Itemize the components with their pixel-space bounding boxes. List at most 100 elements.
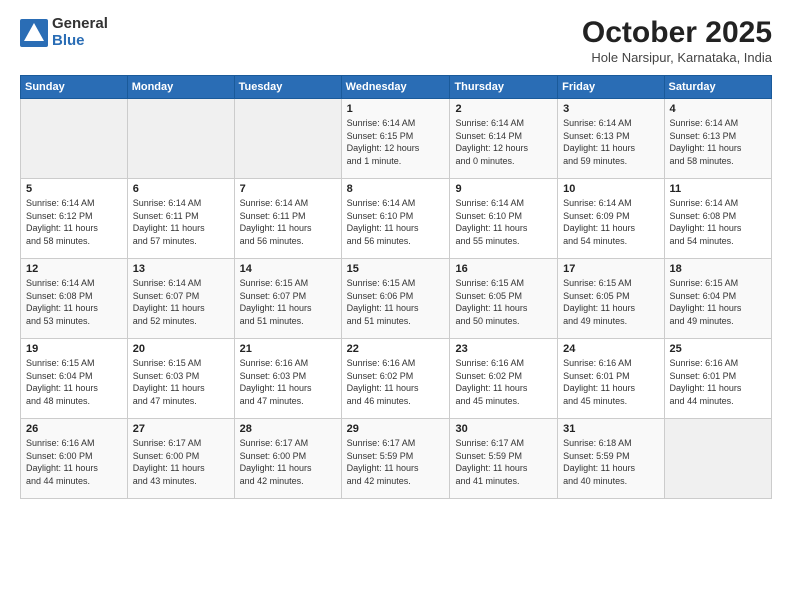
day-header-monday: Monday (127, 76, 234, 99)
day-cell: 22Sunrise: 6:16 AMSunset: 6:02 PMDayligh… (341, 339, 450, 419)
day-cell: 13 Sunrise: 6:14 AMSunset: 6:07 PMDayligh… (127, 259, 234, 339)
day-number: 31 (563, 423, 658, 435)
day-cell (664, 419, 771, 499)
day-cell: 25 Sunrise: 6:16 AMSunset: 6:01 PMDayligh… (664, 339, 771, 419)
month-title: October 2025 (582, 16, 772, 50)
day-info: Sunrise: 6:17 AMSunset: 6:00 PMDaylight:… (240, 437, 336, 487)
day-number: 4 (670, 103, 766, 115)
day-info: Sunrise: 6:15 AMSunset: 6:05 PMDaylight:… (563, 277, 658, 327)
day-cell: 1Sunrise: 6:14 AMSunset: 6:15 PMDaylight… (341, 99, 450, 179)
day-info: Sunrise: 6:18 AMSunset: 5:59 PMDaylight:… (563, 437, 658, 487)
day-cell: 10 Sunrise: 6:14 AMSunset: 6:09 PMDayligh… (558, 179, 664, 259)
day-cell: 20Sunrise: 6:15 AMSunset: 6:03 PMDayligh… (127, 339, 234, 419)
day-number: 28 (240, 423, 336, 435)
day-info: Sunrise: 6:14 AMSunset: 6:14 PMDaylight:… (455, 117, 552, 167)
day-info: Sunrise: 6:14 AMSunset: 6:09 PMDaylight:… (563, 197, 658, 247)
day-number: 3 (563, 103, 658, 115)
day-header-saturday: Saturday (664, 76, 771, 99)
logo-blue: Blue (52, 33, 108, 50)
week-row-5: 26 Sunrise: 6:16 AMSunset: 6:00 PMDayligh… (21, 419, 772, 499)
day-number: 6 (133, 183, 229, 195)
day-number: 12 (26, 263, 122, 275)
day-cell: 16 Sunrise: 6:15 AMSunset: 6:05 PMDayligh… (450, 259, 558, 339)
day-number: 24 (563, 343, 658, 355)
day-info: Sunrise: 6:14 AMSunset: 6:08 PMDaylight:… (670, 197, 766, 247)
day-cell: 2 Sunrise: 6:14 AMSunset: 6:14 PMDaylight… (450, 99, 558, 179)
day-info: Sunrise: 6:15 AMSunset: 6:07 PMDaylight:… (240, 277, 336, 327)
day-header-row: SundayMondayTuesdayWednesdayThursdayFrid… (21, 76, 772, 99)
day-number: 13 (133, 263, 229, 275)
day-cell: 24 Sunrise: 6:16 AMSunset: 6:01 PMDayligh… (558, 339, 664, 419)
calendar: SundayMondayTuesdayWednesdayThursdayFrid… (20, 75, 772, 499)
day-cell: 15Sunrise: 6:15 AMSunset: 6:06 PMDayligh… (341, 259, 450, 339)
day-info: Sunrise: 6:16 AMSunset: 6:03 PMDaylight:… (240, 357, 336, 407)
day-number: 16 (455, 263, 552, 275)
day-cell: 3Sunrise: 6:14 AMSunset: 6:13 PMDaylight… (558, 99, 664, 179)
day-number: 27 (133, 423, 229, 435)
day-cell (234, 99, 341, 179)
day-info: Sunrise: 6:14 AMSunset: 6:12 PMDaylight:… (26, 197, 122, 247)
day-info: Sunrise: 6:14 AMSunset: 6:15 PMDaylight:… (347, 117, 445, 167)
day-number: 17 (563, 263, 658, 275)
day-cell: 19Sunrise: 6:15 AMSunset: 6:04 PMDayligh… (21, 339, 128, 419)
day-info: Sunrise: 6:16 AMSunset: 6:00 PMDaylight:… (26, 437, 122, 487)
week-row-2: 5Sunrise: 6:14 AMSunset: 6:12 PMDaylight… (21, 179, 772, 259)
day-cell: 31 Sunrise: 6:18 AMSunset: 5:59 PMDayligh… (558, 419, 664, 499)
day-info: Sunrise: 6:17 AMSunset: 5:59 PMDaylight:… (455, 437, 552, 487)
day-header-thursday: Thursday (450, 76, 558, 99)
day-info: Sunrise: 6:14 AMSunset: 6:11 PMDaylight:… (133, 197, 229, 247)
day-info: Sunrise: 6:16 AMSunset: 6:01 PMDaylight:… (670, 357, 766, 407)
day-info: Sunrise: 6:14 AMSunset: 6:13 PMDaylight:… (670, 117, 766, 167)
day-number: 9 (455, 183, 552, 195)
day-cell: 27Sunrise: 6:17 AMSunset: 6:00 PMDayligh… (127, 419, 234, 499)
logo-icon (20, 19, 48, 47)
day-cell (127, 99, 234, 179)
day-header-sunday: Sunday (21, 76, 128, 99)
day-header-tuesday: Tuesday (234, 76, 341, 99)
day-cell: 28 Sunrise: 6:17 AMSunset: 6:00 PMDayligh… (234, 419, 341, 499)
day-info: Sunrise: 6:14 AMSunset: 6:11 PMDaylight:… (240, 197, 336, 247)
day-info: Sunrise: 6:14 AMSunset: 6:07 PMDaylight:… (133, 277, 229, 327)
day-number: 19 (26, 343, 122, 355)
day-number: 10 (563, 183, 658, 195)
day-cell: 18 Sunrise: 6:15 AMSunset: 6:04 PMDayligh… (664, 259, 771, 339)
logo-text: General Blue (52, 16, 108, 49)
day-number: 30 (455, 423, 552, 435)
week-row-4: 19Sunrise: 6:15 AMSunset: 6:04 PMDayligh… (21, 339, 772, 419)
day-cell: 12 Sunrise: 6:14 AMSunset: 6:08 PMDayligh… (21, 259, 128, 339)
day-number: 2 (455, 103, 552, 115)
day-info: Sunrise: 6:14 AMSunset: 6:10 PMDaylight:… (455, 197, 552, 247)
calendar-header: SundayMondayTuesdayWednesdayThursdayFrid… (21, 76, 772, 99)
day-header-wednesday: Wednesday (341, 76, 450, 99)
day-number: 18 (670, 263, 766, 275)
day-info: Sunrise: 6:16 AMSunset: 6:01 PMDaylight:… (563, 357, 658, 407)
day-number: 26 (26, 423, 122, 435)
day-info: Sunrise: 6:15 AMSunset: 6:05 PMDaylight:… (455, 277, 552, 327)
calendar-body: 1Sunrise: 6:14 AMSunset: 6:15 PMDaylight… (21, 99, 772, 499)
day-info: Sunrise: 6:14 AMSunset: 6:08 PMDaylight:… (26, 277, 122, 327)
day-info: Sunrise: 6:15 AMSunset: 6:06 PMDaylight:… (347, 277, 445, 327)
day-number: 8 (347, 183, 445, 195)
day-number: 7 (240, 183, 336, 195)
logo: General Blue (20, 16, 108, 49)
day-cell: 21Sunrise: 6:16 AMSunset: 6:03 PMDayligh… (234, 339, 341, 419)
day-cell: 11 Sunrise: 6:14 AMSunset: 6:08 PMDayligh… (664, 179, 771, 259)
day-number: 11 (670, 183, 766, 195)
day-number: 14 (240, 263, 336, 275)
day-info: Sunrise: 6:16 AMSunset: 6:02 PMDaylight:… (455, 357, 552, 407)
day-info: Sunrise: 6:15 AMSunset: 6:04 PMDaylight:… (670, 277, 766, 327)
day-number: 29 (347, 423, 445, 435)
day-cell (21, 99, 128, 179)
day-cell: 14 Sunrise: 6:15 AMSunset: 6:07 PMDayligh… (234, 259, 341, 339)
day-info: Sunrise: 6:15 AMSunset: 6:03 PMDaylight:… (133, 357, 229, 407)
day-cell: 17 Sunrise: 6:15 AMSunset: 6:05 PMDayligh… (558, 259, 664, 339)
day-info: Sunrise: 6:16 AMSunset: 6:02 PMDaylight:… (347, 357, 445, 407)
day-cell: 7 Sunrise: 6:14 AMSunset: 6:11 PMDaylight… (234, 179, 341, 259)
day-info: Sunrise: 6:17 AMSunset: 5:59 PMDaylight:… (347, 437, 445, 487)
day-cell: 30 Sunrise: 6:17 AMSunset: 5:59 PMDayligh… (450, 419, 558, 499)
logo-general: General (52, 16, 108, 33)
week-row-3: 12 Sunrise: 6:14 AMSunset: 6:08 PMDayligh… (21, 259, 772, 339)
day-cell: 8Sunrise: 6:14 AMSunset: 6:10 PMDaylight… (341, 179, 450, 259)
day-number: 25 (670, 343, 766, 355)
day-cell: 23Sunrise: 6:16 AMSunset: 6:02 PMDayligh… (450, 339, 558, 419)
